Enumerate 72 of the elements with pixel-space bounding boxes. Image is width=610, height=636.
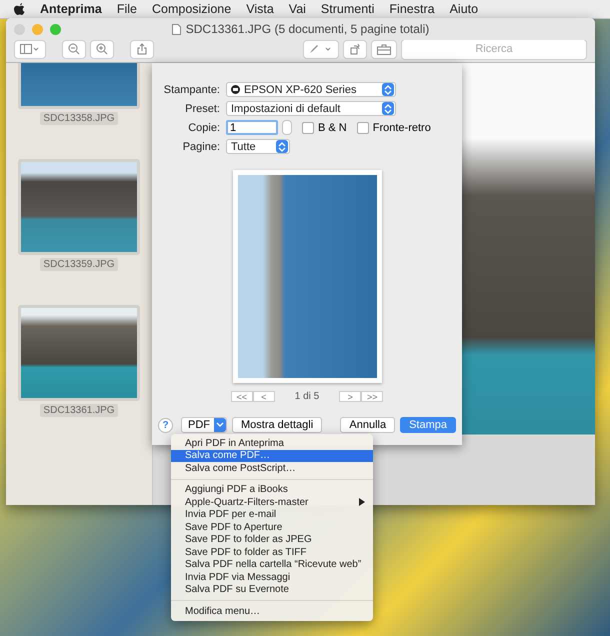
- popup-arrows-icon: [276, 140, 288, 153]
- field-label: Pagine:: [182, 140, 220, 152]
- print-button[interactable]: Stampa: [400, 417, 456, 433]
- file-name: SDC13361.JPG: [40, 404, 118, 417]
- help-button[interactable]: ?: [158, 418, 173, 432]
- zoom-out-icon: [68, 43, 80, 55]
- share-icon: [136, 43, 148, 55]
- menu-item[interactable]: Save PDF to folder as TIFF: [171, 546, 373, 558]
- last-page-button[interactable]: >>: [361, 391, 384, 402]
- menu-title[interactable]: Vista: [246, 2, 274, 16]
- pen-icon: [309, 44, 333, 54]
- rotate-button[interactable]: [343, 40, 367, 58]
- document-icon: [172, 24, 181, 34]
- next-page-button[interactable]: >: [339, 391, 362, 402]
- thumbnail-photo-placeholder[interactable]: [18, 305, 140, 401]
- copies-field[interactable]: 1: [226, 120, 278, 135]
- submenu-arrow-icon: [359, 498, 365, 506]
- field-label: Copie:: [187, 122, 220, 134]
- menu-item[interactable]: Invia PDF via Messaggi: [171, 571, 373, 584]
- menu-title[interactable]: Finestra: [389, 2, 435, 16]
- menu-item[interactable]: Save PDF to Aperture: [171, 521, 373, 534]
- zoom-in-icon: [96, 43, 108, 55]
- menu-item[interactable]: Salva PDF su Evernote: [171, 584, 373, 596]
- checkbox[interactable]: B & N: [302, 122, 347, 134]
- file-name: SDC13358.JPG: [40, 112, 118, 125]
- menu-item[interactable]: Salva come PostScript…: [171, 462, 373, 474]
- preset-popup[interactable]: Impostazioni di default: [226, 101, 396, 116]
- thumbnail-photo-placeholder[interactable]: [18, 159, 140, 255]
- menu-item[interactable]: Salva come PDF…: [171, 450, 373, 462]
- menu-item[interactable]: Aggiungi PDF a iBooks: [171, 484, 373, 496]
- popup-arrows-icon: [382, 102, 394, 115]
- zoom-out-button[interactable]: [62, 40, 86, 58]
- popup-arrows-icon: [382, 83, 394, 96]
- sidebar-toggle-button[interactable]: [14, 40, 46, 58]
- page-counter: 1 di 5: [294, 391, 320, 402]
- thumbnail-photo-placeholder[interactable]: [18, 63, 140, 109]
- menu-item[interactable]: Invia PDF per e-mail: [171, 508, 373, 521]
- menu-title[interactable]: Composizione: [152, 2, 232, 16]
- cancel-button[interactable]: Annulla: [340, 417, 396, 433]
- apple-logo-icon: [14, 2, 25, 16]
- caret-icon: [216, 422, 224, 428]
- field-label: Preset:: [184, 102, 220, 114]
- menu-item[interactable]: Modifica menu…: [171, 605, 373, 618]
- share-button[interactable]: [130, 40, 154, 58]
- printer-icon: [231, 85, 240, 94]
- app-menu[interactable]: Anteprima: [40, 2, 102, 16]
- zoom-button[interactable]: [50, 24, 61, 34]
- menu-title[interactable]: Strumenti: [320, 2, 374, 16]
- previous-page-button[interactable]: <: [252, 391, 275, 402]
- show-details-button[interactable]: Mostra dettagli: [232, 417, 322, 433]
- zoom-in-button[interactable]: [90, 40, 114, 58]
- pdf-menu-button[interactable]: PDF: [181, 417, 227, 433]
- menu-item[interactable]: Apple-Quartz-Filters-master: [171, 496, 373, 508]
- markup-button[interactable]: [303, 40, 339, 58]
- rotate-icon: [349, 43, 361, 55]
- menu-title[interactable]: Aiuto: [450, 2, 478, 16]
- menu-item[interactable]: Save PDF to folder as JPEG: [171, 534, 373, 546]
- window-title: SDC13361.JPG (5 documenti, 5 pagine totali): [186, 22, 430, 36]
- field-label: Stampante:: [162, 84, 220, 96]
- menu-title[interactable]: File: [116, 2, 137, 16]
- menu-title[interactable]: Vai: [288, 2, 306, 16]
- sidebar-icon: [20, 44, 40, 54]
- menu-item[interactable]: Salva PDF nella cartella “Ricevute web”: [171, 558, 373, 571]
- pages-popup[interactable]: Tutte: [226, 139, 290, 154]
- printer-popup[interactable]: EPSON XP-620 Series: [226, 82, 396, 97]
- search-field[interactable]: Ricerca: [401, 38, 587, 60]
- first-page-button[interactable]: <<: [230, 391, 253, 402]
- checkbox[interactable]: Fronte-retro: [356, 122, 431, 134]
- toolbox-button[interactable]: [371, 40, 397, 58]
- toolbox-icon: [377, 44, 391, 54]
- menu-item[interactable]: Apri PDF in Anteprima: [171, 437, 373, 450]
- file-name: SDC13359.JPG: [40, 258, 118, 271]
